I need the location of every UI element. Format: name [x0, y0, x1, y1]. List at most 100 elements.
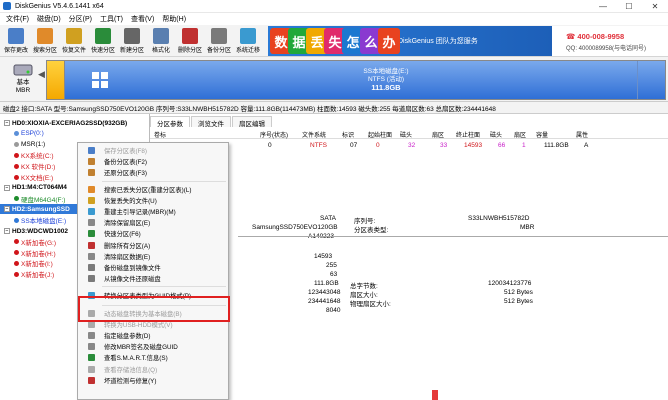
detail-interface: SATA [320, 215, 337, 222]
menu-item-icon [88, 365, 95, 373]
tree-node-label: HD1:M4:CT064M4 [12, 184, 67, 192]
column-header[interactable]: 终止柱面 [456, 130, 480, 139]
menu-tools[interactable]: 工具(T) [96, 14, 127, 24]
table-cell: 66 [498, 142, 506, 149]
menu-separator [102, 286, 226, 288]
ad-banner[interactable]: DiskGenius 团队为您服务 数据丢失怎么办 [268, 26, 552, 56]
column-header[interactable]: 磁头 [400, 130, 412, 139]
column-header[interactable]: 起始柱面 [368, 130, 392, 139]
partition-dot-icon [14, 174, 19, 180]
context-menu-item[interactable]: 查看S.M.A.R.T.信息(S) [78, 352, 228, 363]
menu-item-label: 重建主引导记录(MBR)(M) [104, 209, 176, 216]
context-menu-item[interactable]: 快速分区(F6) [78, 228, 228, 239]
menu-item-label: 恢复丢失的文件(U) [104, 197, 157, 205]
tab-sector-edit[interactable]: 扇区编辑 [232, 116, 272, 128]
detail-phys-sector: 512 Bytes [504, 298, 533, 305]
maximize-icon[interactable]: ☐ [616, 0, 642, 13]
column-header[interactable]: 扇区 [432, 130, 444, 139]
tab-partition-params[interactable]: 分区参数 [150, 116, 190, 128]
tree-expander-icon[interactable]: − [4, 228, 10, 234]
context-menu-item[interactable]: 坏道检测与修复(Y) [78, 375, 228, 386]
menu-item-icon [88, 230, 95, 238]
detail-extra: 8040 [326, 307, 341, 314]
minimize-icon[interactable]: — [590, 0, 616, 13]
context-menu-item[interactable]: 清除扇区数据(E) [78, 251, 228, 262]
context-menu-item[interactable]: 搜索已丢失分区(重建分区表)(L) [78, 184, 228, 195]
context-menu-item[interactable]: 删除所有分区(A) [78, 240, 228, 251]
column-header[interactable]: 磁头 [490, 130, 502, 139]
toolbar-button-5[interactable]: 格式化 [148, 26, 174, 56]
menu-item-icon [88, 185, 95, 193]
toolbar-label: 格式化 [151, 48, 170, 54]
table-cell: 32 [408, 142, 416, 149]
partition-size: 111.8GB [371, 83, 401, 92]
column-header[interactable]: 文件系统 [302, 130, 326, 139]
disk-map-bar: 基本 MBR ◀ SS本地磁盘(E:) NTFS (活动) 111.8GB [0, 57, 668, 102]
window-controls: — ☐ ✕ [590, 0, 668, 13]
column-header[interactable]: 扇区 [514, 130, 526, 139]
column-header[interactable]: 序号(状态) [260, 130, 288, 139]
context-menu-item[interactable]: 还原分区表(F3) [78, 167, 228, 178]
toolbar-button-4[interactable]: 新建分区 [119, 26, 145, 56]
detail-phys-sector-label: 物理扇区大小: [350, 301, 391, 308]
partition-segment-tail[interactable] [637, 61, 665, 99]
context-menu-item[interactable]: 从镜像文件还原磁盘 [78, 273, 228, 284]
partition-segment-main[interactable]: SS本地磁盘(E:) NTFS (活动) 111.8GB [135, 61, 637, 99]
menu-view[interactable]: 查看(V) [127, 14, 158, 24]
system-migration-icon [240, 28, 256, 44]
table-cell: A [584, 142, 589, 149]
prev-disk-arrow-icon[interactable]: ◀ [38, 69, 46, 87]
column-header[interactable]: 容量 [536, 130, 548, 139]
partition-table-header: 卷标 序号(状态) 文件系统 标识 起始柱面 磁头 扇区 终止柱面 磁头 扇区 容量 属性 [150, 127, 668, 139]
banner-tagline: DiskGenius 团队为您服务 [398, 38, 478, 45]
context-menu-item[interactable]: 清除保留扇区(E) [78, 217, 228, 228]
partition-segment-reserved[interactable] [47, 61, 65, 99]
toolbar-button-8[interactable]: 系统迁移 [235, 26, 261, 56]
toolbar-button-1[interactable]: 搜索分区 [32, 26, 58, 56]
context-menu-item[interactable]: 指定磁盘参数(D) [78, 330, 228, 341]
toolbar-button-6[interactable]: 删除分区 [177, 26, 203, 56]
menu-item-label: 搜索已丢失分区(重建分区表)(L) [104, 186, 192, 194]
tree-disk-node[interactable]: − HD0:XIOXIA-EXCERIAG2SSD(932GB) [0, 118, 149, 128]
menu-item-icon [88, 343, 95, 351]
disk-table-label: MBR [15, 87, 31, 94]
new-partition-icon [124, 28, 140, 44]
menu-bar: 文件(F) 磁盘(D) 分区(P) 工具(T) 查看(V) 帮助(H) [0, 13, 668, 25]
partition-segment-windows[interactable] [65, 61, 135, 99]
toolbar-button-3[interactable]: 快速分区 [90, 26, 116, 56]
toolbar-button-2[interactable]: 恢复文件 [61, 26, 87, 56]
tree-node-label: X新加卷(G:) [21, 239, 57, 247]
toolbar-button-0[interactable]: 保存更改 [3, 26, 29, 56]
tree-node-label: HD2:SamsungSSD [12, 205, 70, 213]
close-icon[interactable]: ✕ [642, 0, 668, 13]
detail-spt: 63 [330, 271, 338, 278]
context-menu-item[interactable]: 修改MBR签名及磁盘GUID [78, 341, 228, 352]
disk-icon [13, 64, 33, 76]
contact-box: ☎ 400-008-9958 QQ: 4000089958(与电话同号) [552, 26, 668, 56]
column-header[interactable]: 卷标 [154, 130, 166, 139]
context-menu: 保存分区表(F8) 备份分区表(F2) 还原分区表(F3) 搜索已丢失分区(重建分区表… [77, 142, 229, 400]
tree-expander-icon[interactable]: − [4, 206, 10, 213]
menu-file[interactable]: 文件(F) [2, 14, 33, 24]
partition-dot-icon [14, 250, 19, 256]
tree-node-label: 硬盘M64G4(F:) [21, 196, 66, 204]
menu-help[interactable]: 帮助(H) [158, 14, 190, 24]
table-cell: 0 [376, 142, 380, 149]
column-header[interactable]: 属性 [576, 130, 588, 139]
menu-partition[interactable]: 分区(P) [65, 14, 96, 24]
context-menu-item[interactable]: 备份磁盘到镜像文件 [78, 262, 228, 273]
context-menu-item: 查看存储池信息(Q) [78, 364, 228, 375]
tree-expander-icon[interactable]: − [4, 120, 10, 126]
tab-browse-files[interactable]: 浏览文件 [191, 116, 231, 128]
context-menu-item[interactable]: 恢复丢失的文件(U) [78, 195, 228, 206]
menu-item-label: 坏道检测与修复(Y) [104, 377, 157, 385]
context-menu-item[interactable]: 备份分区表(F2) [78, 156, 228, 167]
tree-partition-node[interactable]: ESP(0:) [0, 129, 149, 139]
menu-disk[interactable]: 磁盘(D) [33, 14, 65, 24]
context-menu-item[interactable]: 重建主引导记录(MBR)(M) [78, 206, 228, 217]
save-icon [8, 28, 24, 44]
toolbar-button-7[interactable]: 备份分区 [206, 26, 232, 56]
disk-style-label: 基本 [16, 79, 30, 86]
column-header[interactable]: 标识 [342, 130, 354, 139]
tree-expander-icon[interactable]: − [4, 184, 10, 191]
